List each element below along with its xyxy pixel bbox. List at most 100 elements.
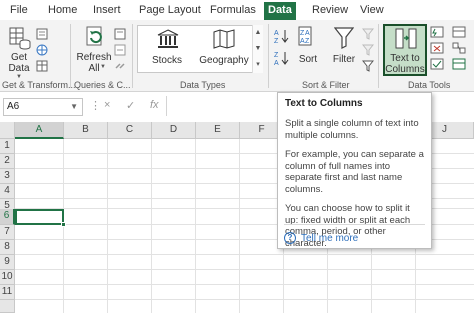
tooltip-divider [284, 224, 425, 225]
column-header-d[interactable]: D [152, 122, 196, 139]
gridline [15, 284, 474, 285]
row-header-10[interactable]: 10 [0, 270, 15, 285]
tooltip-title: Text to Columns [285, 98, 363, 109]
group-label-queries: Queries & C... [74, 80, 131, 90]
filter-button[interactable]: Filter [330, 24, 358, 76]
gridline [107, 139, 108, 313]
from-table-icon[interactable] [36, 60, 50, 72]
row-header-9[interactable]: 9 [0, 255, 15, 270]
name-box-value: A6 [7, 101, 20, 112]
gridline [195, 139, 196, 313]
svg-text:Z: Z [274, 52, 279, 59]
sort-label: Sort [298, 54, 318, 65]
row-header-2[interactable]: 2 [0, 154, 15, 169]
group-label-get-transform: Get & Transform... [2, 80, 76, 90]
geography-button[interactable]: Geography [196, 27, 252, 71]
relationships-icon[interactable] [452, 42, 466, 54]
edit-links-icon[interactable] [114, 60, 128, 72]
get-data-label-1: Get [10, 52, 28, 63]
geography-label: Geography [199, 55, 249, 66]
select-all-button[interactable] [0, 122, 15, 139]
insert-function-icon[interactable]: fx [150, 99, 159, 111]
advanced-filter-icon[interactable] [362, 60, 374, 72]
svg-text:Z: Z [305, 38, 310, 45]
group-label-data-tools: Data Tools [408, 80, 451, 90]
stocks-button[interactable]: Stocks [141, 27, 193, 71]
ribbon-separator [70, 24, 71, 88]
gallery-scroll[interactable]: ▲ ▼ ▾ [252, 25, 263, 73]
ribbon-tab-bar: File Home Insert Page Layout Formulas Da… [0, 0, 474, 20]
svg-text:Z: Z [274, 38, 279, 44]
tab-page-layout[interactable]: Page Layout [135, 2, 205, 20]
gridline [15, 254, 474, 255]
chevron-up-icon[interactable]: ▲ [253, 25, 263, 41]
tab-home[interactable]: Home [44, 2, 81, 20]
more-options-icon: ⋮ [90, 100, 101, 112]
get-data-button[interactable]: Get Data ▼ [4, 24, 34, 80]
properties-icon[interactable] [114, 44, 128, 56]
cancel-icon[interactable]: × [104, 99, 110, 111]
enter-icon[interactable]: ✓ [126, 99, 135, 112]
from-web-icon[interactable] [36, 44, 50, 56]
row-header-12[interactable] [0, 300, 15, 313]
row-header-4[interactable]: 4 [0, 184, 15, 199]
gridline [15, 269, 474, 270]
gridline [239, 139, 240, 313]
column-header-a[interactable]: A [15, 122, 64, 139]
chevron-down-icon: ▼ [100, 64, 106, 70]
tab-data[interactable]: Data [264, 2, 296, 20]
text-to-columns-tooltip: Text to Columns Split a single column of… [277, 92, 432, 249]
ribbon-separator [378, 24, 379, 88]
column-header-e[interactable]: E [196, 122, 240, 139]
gridline [15, 299, 474, 300]
ribbon-separator [132, 24, 133, 88]
row-header-3[interactable]: 3 [0, 169, 15, 184]
data-validation-icon[interactable] [430, 58, 444, 70]
row-header-6[interactable]: 6 [0, 209, 15, 225]
text-to-columns-label-1: Text to [390, 53, 420, 64]
tab-file[interactable]: File [6, 2, 32, 20]
tab-review[interactable]: Review [308, 2, 352, 20]
from-text-icon[interactable] [36, 28, 50, 40]
tooltip-description: Split a single column of text into multi… [285, 118, 419, 141]
active-cell-a6[interactable] [15, 209, 66, 227]
consolidate-icon[interactable] [452, 26, 466, 38]
remove-duplicates-icon[interactable] [430, 42, 444, 54]
filter-label: Filter [332, 54, 356, 65]
tab-formulas[interactable]: Formulas [206, 2, 260, 20]
funnel-icon [334, 27, 354, 49]
formula-input[interactable] [166, 96, 278, 116]
text-to-columns-button[interactable]: Text to Columns [383, 24, 427, 76]
column-header-b[interactable]: B [64, 122, 108, 139]
row-header-8[interactable]: 8 [0, 240, 15, 255]
sort-icon: Z A A Z [298, 26, 318, 48]
fill-handle[interactable] [61, 222, 66, 227]
refresh-all-label-2: All [88, 63, 100, 74]
refresh-all-button[interactable]: Refresh All ▼ [76, 24, 112, 76]
reapply-icon [362, 44, 374, 56]
chevron-down-icon[interactable]: ▼ [253, 41, 263, 57]
help-icon: ? [284, 232, 296, 244]
text-to-columns-icon [395, 28, 417, 50]
sort-descending-icon[interactable]: ZA [274, 50, 290, 66]
sort-button[interactable]: Z A A Z Sort [294, 24, 322, 76]
tab-view[interactable]: View [356, 2, 388, 20]
clear-filter-icon [362, 28, 374, 40]
row-header-7[interactable]: 7 [0, 225, 15, 240]
bank-icon [157, 29, 179, 49]
more-icon[interactable]: ▾ [253, 57, 263, 73]
flash-fill-icon[interactable] [430, 26, 444, 38]
column-header-c[interactable]: C [108, 122, 152, 139]
queries-connections-icon[interactable] [114, 28, 128, 40]
stocks-label: Stocks [151, 55, 182, 66]
manage-data-model-icon[interactable] [452, 58, 466, 70]
sort-ascending-icon[interactable]: AZ [274, 28, 290, 44]
name-box[interactable]: A6 ▼ [3, 98, 83, 116]
text-to-columns-label-2: Columns [385, 64, 425, 75]
chevron-down-icon[interactable]: ▼ [70, 99, 78, 115]
tell-me-more-link[interactable]: ? Tell me more [284, 231, 358, 245]
row-header-11[interactable]: 11 [0, 285, 15, 300]
tab-insert[interactable]: Insert [89, 2, 125, 20]
row-header-1[interactable]: 1 [0, 139, 15, 154]
tooltip-example: For example, you can separate a column o… [285, 149, 424, 195]
